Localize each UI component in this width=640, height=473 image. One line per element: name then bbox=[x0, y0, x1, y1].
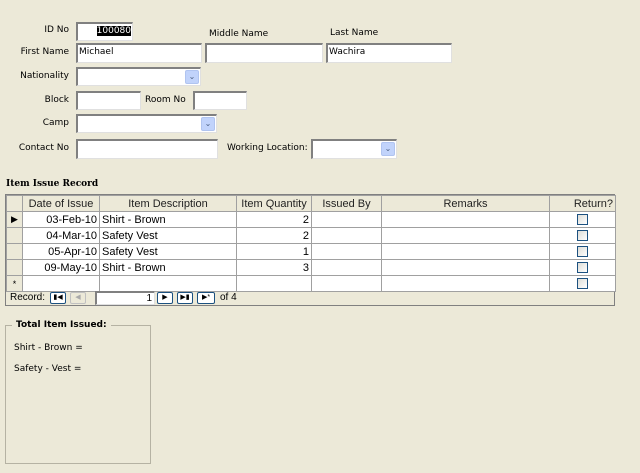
return-cell bbox=[549, 259, 616, 276]
column-header[interactable]: Return? bbox=[549, 195, 616, 212]
return-checkbox[interactable] bbox=[577, 214, 588, 226]
return-checkbox[interactable] bbox=[577, 278, 588, 290]
prev-record-button[interactable]: ◀ bbox=[70, 292, 86, 304]
column-header[interactable]: Date of Issue bbox=[22, 195, 100, 212]
vest-total: Safety - Vest = bbox=[14, 364, 82, 374]
chevron-down-icon[interactable]: ⌄ bbox=[381, 142, 395, 156]
chevron-down-icon[interactable]: ⌄ bbox=[201, 117, 215, 131]
record-count: of 4 bbox=[220, 292, 237, 303]
new-record-button[interactable]: ▶* bbox=[197, 292, 215, 304]
record-selector[interactable]: ▶ bbox=[6, 211, 23, 228]
record-navigator: Record: ▮◀ ◀ 1 ▶ ▶▮ ▶* of 4 bbox=[6, 290, 614, 305]
grid-title: Item Issue Record bbox=[6, 179, 99, 189]
remarks-cell[interactable] bbox=[381, 243, 550, 260]
record-selector-header bbox=[6, 195, 23, 212]
record-selector[interactable] bbox=[6, 259, 23, 276]
last-name-label: Last Name bbox=[330, 28, 379, 38]
issued-by-cell[interactable] bbox=[311, 243, 382, 260]
table-row[interactable]: 09-May-10 Shirt - Brown 3 bbox=[6, 259, 616, 276]
table-row[interactable]: ▶ 03-Feb-10 Shirt - Brown 2 bbox=[6, 211, 616, 228]
camp-label: Camp bbox=[42, 118, 69, 128]
desc-cell[interactable]: Safety Vest bbox=[99, 227, 237, 244]
qty-cell[interactable]: 2 bbox=[236, 211, 312, 228]
first-name-label: First Name bbox=[20, 47, 69, 57]
table-row[interactable]: 05-Apr-10 Safety Vest 1 bbox=[6, 243, 616, 260]
record-selector[interactable] bbox=[6, 227, 23, 244]
return-cell bbox=[549, 227, 616, 244]
middle-name-field[interactable] bbox=[205, 43, 323, 63]
column-header[interactable]: Remarks bbox=[381, 195, 550, 212]
record-number-field[interactable]: 1 bbox=[95, 291, 155, 305]
working-location-combo[interactable]: ⌄ bbox=[311, 139, 397, 159]
column-header[interactable]: Item Description bbox=[99, 195, 237, 212]
block-label: Block bbox=[44, 95, 69, 105]
chevron-down-icon[interactable]: ⌄ bbox=[185, 70, 199, 84]
qty-cell[interactable]: 3 bbox=[236, 259, 312, 276]
item-issue-datasheet[interactable]: Date of Issue Item Description Item Quan… bbox=[5, 194, 616, 306]
first-record-button[interactable]: ▮◀ bbox=[50, 292, 66, 304]
contact-label: Contact No bbox=[18, 143, 69, 153]
id-field[interactable]: 100080 bbox=[76, 22, 133, 41]
item-issue-table: Date of Issue Item Description Item Quan… bbox=[6, 195, 616, 292]
date-cell[interactable]: 05-Apr-10 bbox=[22, 243, 100, 260]
record-label: Record: bbox=[10, 292, 46, 303]
issued-by-cell[interactable] bbox=[311, 211, 382, 228]
middle-name-label: Middle Name bbox=[209, 29, 269, 39]
shirt-total: Shirt - Brown = bbox=[14, 343, 83, 353]
remarks-cell[interactable] bbox=[381, 211, 550, 228]
desc-cell[interactable]: Safety Vest bbox=[99, 243, 237, 260]
table-row[interactable]: 04-Mar-10 Safety Vest 2 bbox=[6, 227, 616, 244]
desc-cell[interactable]: Shirt - Brown bbox=[99, 259, 237, 276]
remarks-cell[interactable] bbox=[381, 227, 550, 244]
next-record-button[interactable]: ▶ bbox=[157, 292, 173, 304]
date-cell[interactable]: 09-May-10 bbox=[22, 259, 100, 276]
room-label: Room No bbox=[145, 95, 186, 105]
total-item-issued-group: Total Item Issued: Shirt - Brown = Safet… bbox=[5, 320, 151, 464]
date-cell[interactable]: 03-Feb-10 bbox=[22, 211, 100, 228]
column-header[interactable]: Issued By bbox=[311, 195, 382, 212]
qty-cell[interactable]: 2 bbox=[236, 227, 312, 244]
return-checkbox[interactable] bbox=[577, 246, 588, 258]
group-title: Total Item Issued: bbox=[12, 320, 111, 330]
return-checkbox[interactable] bbox=[577, 262, 588, 274]
last-record-button[interactable]: ▶▮ bbox=[177, 292, 193, 304]
block-field[interactable] bbox=[76, 91, 141, 110]
header-row: Date of Issue Item Description Item Quan… bbox=[6, 195, 616, 212]
column-header[interactable]: Item Quantity bbox=[236, 195, 312, 212]
nationality-label: Nationality bbox=[20, 71, 69, 81]
working-location-label: Working Location: bbox=[227, 143, 308, 153]
last-name-field[interactable]: Wachira bbox=[326, 43, 452, 63]
date-cell[interactable]: 04-Mar-10 bbox=[22, 227, 100, 244]
room-field[interactable] bbox=[193, 91, 247, 110]
nationality-combo[interactable]: ⌄ bbox=[76, 67, 201, 86]
camp-combo[interactable]: ⌄ bbox=[76, 114, 217, 133]
issued-by-cell[interactable] bbox=[311, 227, 382, 244]
id-label: ID No bbox=[44, 25, 69, 35]
first-name-field[interactable]: Michael bbox=[76, 43, 202, 63]
return-cell bbox=[549, 211, 616, 228]
remarks-cell[interactable] bbox=[381, 259, 550, 276]
desc-cell[interactable]: Shirt - Brown bbox=[99, 211, 237, 228]
return-checkbox[interactable] bbox=[577, 230, 588, 242]
qty-cell[interactable]: 1 bbox=[236, 243, 312, 260]
record-selector[interactable] bbox=[6, 243, 23, 260]
issued-by-cell[interactable] bbox=[311, 259, 382, 276]
return-cell bbox=[549, 243, 616, 260]
contact-field[interactable] bbox=[76, 139, 218, 159]
